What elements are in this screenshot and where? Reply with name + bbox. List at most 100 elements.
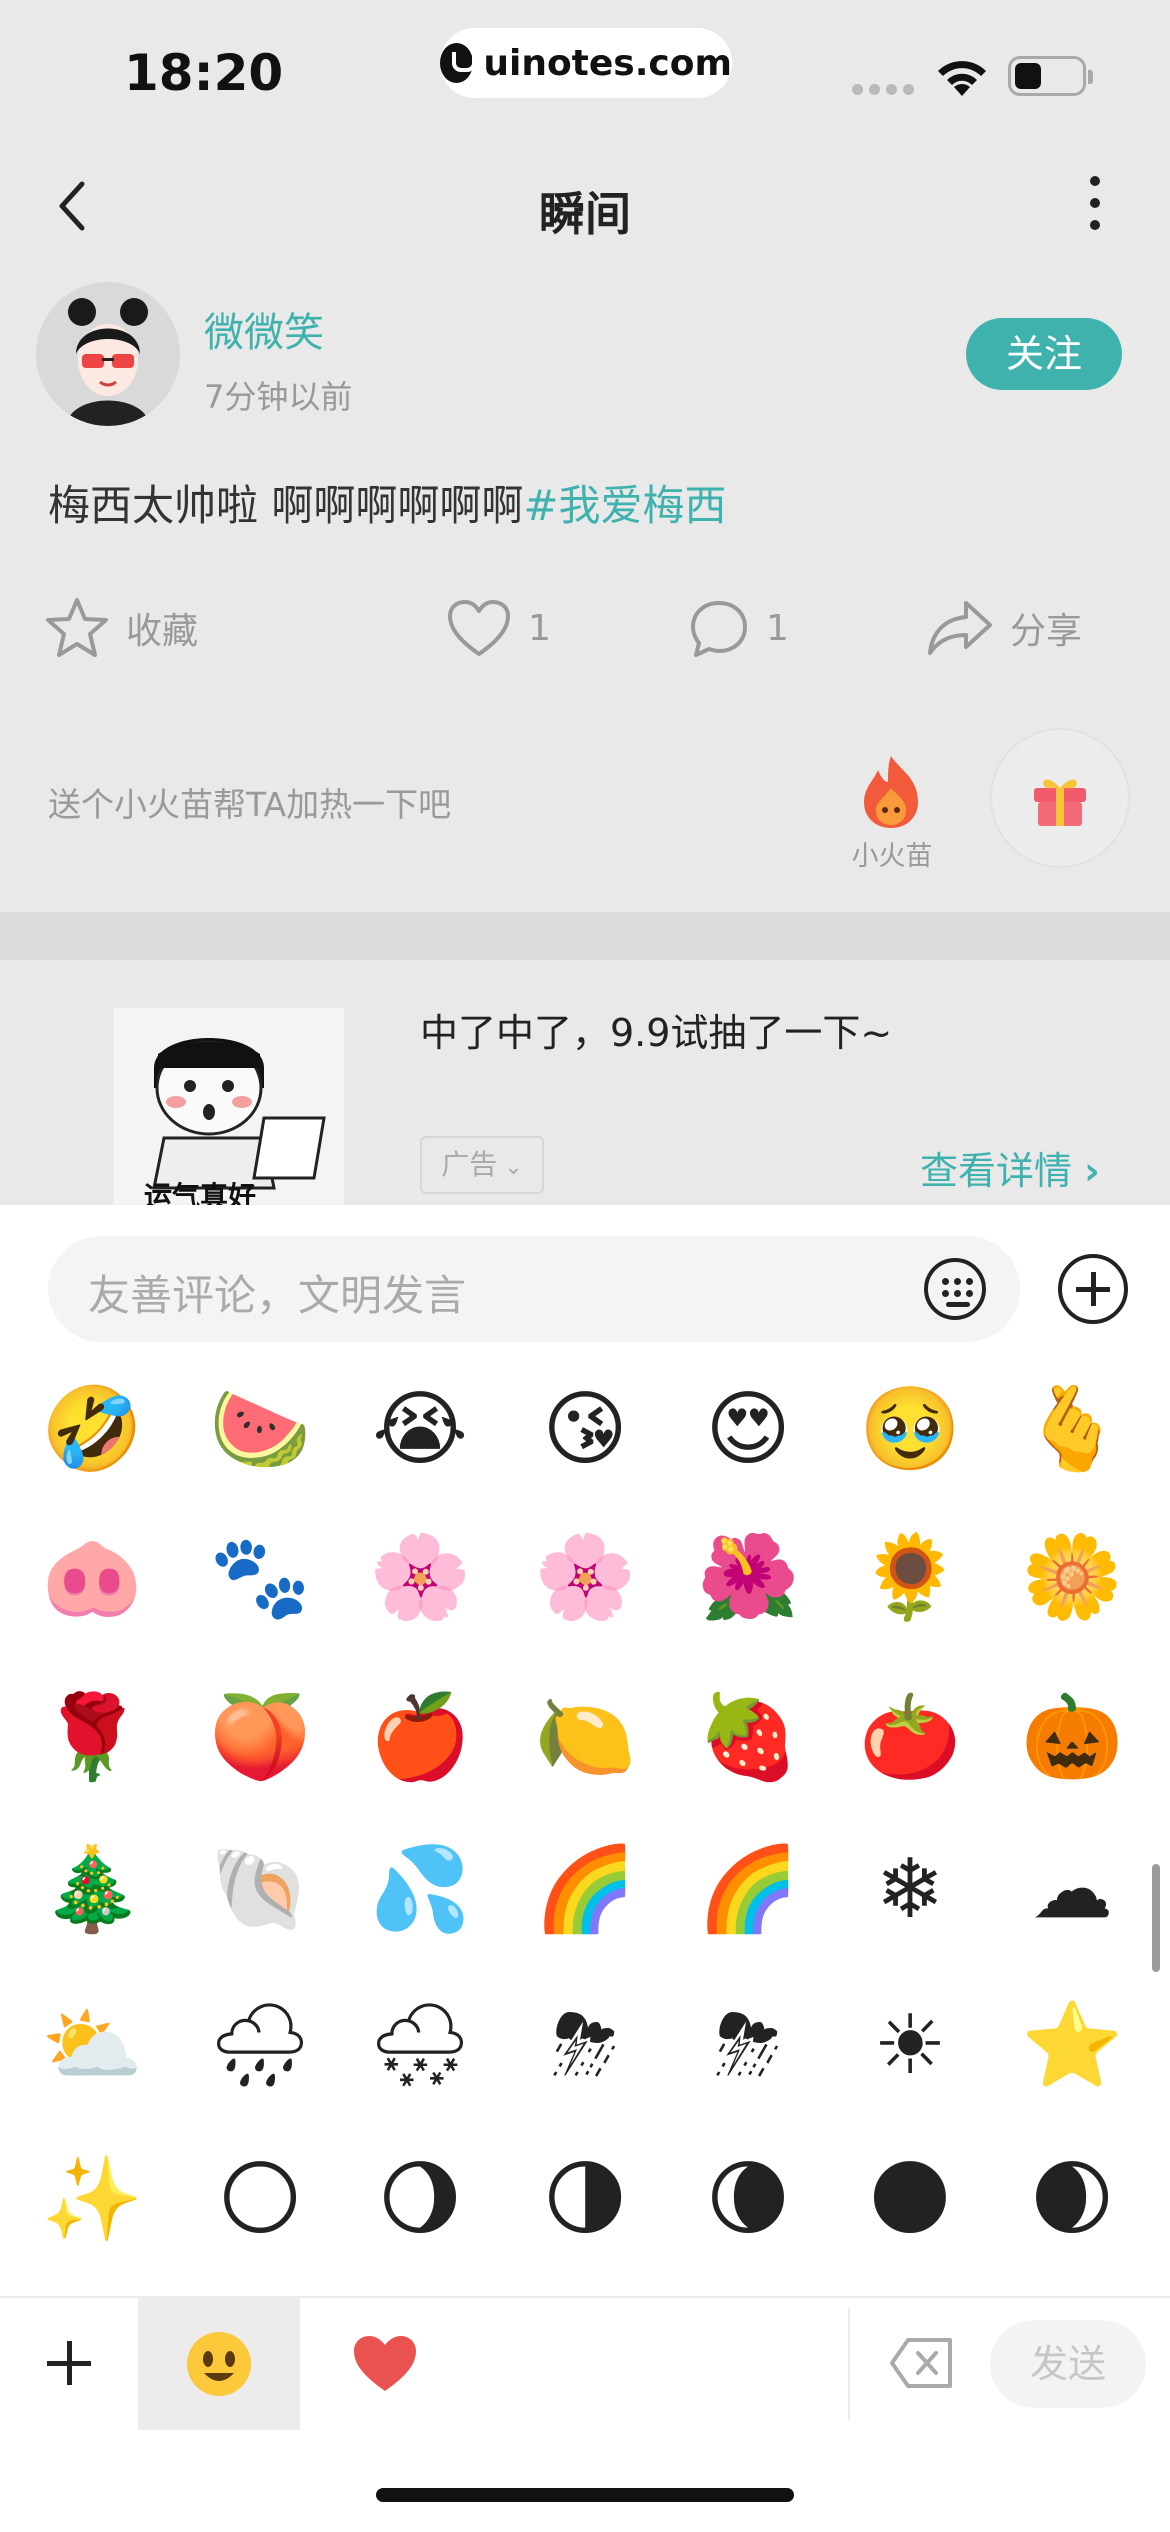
- nav-bar: 瞬间: [0, 150, 1170, 260]
- tab-emoji-heart[interactable]: [320, 2298, 450, 2430]
- emoji-item[interactable]: 🌨: [360, 1986, 480, 2106]
- like-button[interactable]: 1: [446, 588, 551, 668]
- heat-prompt: 送个小火苗帮TA加热一下吧: [48, 785, 452, 824]
- emoji-item[interactable]: 🥹: [850, 1370, 970, 1490]
- tab-emoji-smile[interactable]: [138, 2298, 300, 2430]
- emoji-item[interactable]: 🍎: [360, 1678, 480, 1798]
- post-time: 7分钟以前: [204, 378, 353, 416]
- url-pill: uinotes.com: [440, 28, 732, 98]
- send-button[interactable]: 发送: [990, 2320, 1146, 2408]
- url-text: uinotes.com: [483, 42, 732, 84]
- emoji-item[interactable]: 🌧: [200, 1986, 320, 2106]
- emoji-item[interactable]: 🌖: [360, 2140, 480, 2260]
- flame-label: 小火苗: [851, 841, 933, 872]
- emoji-item[interactable]: 🫰: [1012, 1370, 1132, 1490]
- emoji-item[interactable]: 🐚: [200, 1830, 320, 1950]
- chevron-right-icon: ›: [1084, 1149, 1100, 1193]
- star-icon: [46, 598, 108, 657]
- emoji-item[interactable]: 🐽: [32, 1518, 152, 1638]
- emoji-item[interactable]: 🌸: [360, 1518, 480, 1638]
- emoji-item[interactable]: ⛅: [32, 1986, 152, 2106]
- emoji-item[interactable]: 🌺: [688, 1518, 808, 1638]
- avatar[interactable]: [36, 282, 180, 426]
- battery-icon: [1008, 56, 1093, 96]
- emoji-item[interactable]: 🌘: [688, 2140, 808, 2260]
- emoji-item[interactable]: 🌒: [1012, 2140, 1132, 2260]
- emoji-item[interactable]: ⭐: [1012, 1986, 1132, 2106]
- emoji-item[interactable]: 🍓: [688, 1678, 808, 1798]
- wifi-icon: [938, 61, 986, 96]
- post-body: 梅西太帅啦 啊啊啊啊啊啊: [48, 481, 524, 530]
- page-title: 瞬间: [539, 187, 631, 241]
- username[interactable]: 微微笑: [204, 300, 324, 358]
- emoji-item[interactable]: 🍋: [525, 1678, 645, 1798]
- toolbar-divider: [848, 2308, 850, 2420]
- emoji-item[interactable]: 🌹: [32, 1678, 152, 1798]
- emoji-item[interactable]: 😘: [525, 1370, 645, 1490]
- favorite-label: 收藏: [126, 611, 199, 652]
- emoji-item[interactable]: 🎃: [1012, 1678, 1132, 1798]
- emoji-item[interactable]: ⛈: [688, 1986, 808, 2106]
- ad-badge[interactable]: 广告 ⌄: [420, 1136, 544, 1194]
- signal-icon: [852, 84, 914, 95]
- emoji-item[interactable]: 🌗: [525, 2140, 645, 2260]
- emoji-item[interactable]: 🌈: [688, 1830, 808, 1950]
- emoji-item[interactable]: ☁: [1012, 1830, 1132, 1950]
- comment-button[interactable]: 1: [688, 588, 789, 668]
- gift-icon: [1034, 779, 1086, 826]
- gift-button[interactable]: [992, 730, 1128, 866]
- favorite-button[interactable]: 收藏: [44, 588, 198, 668]
- emoji-item[interactable]: 🍉: [200, 1370, 320, 1490]
- emoji-item[interactable]: ☀: [850, 1986, 970, 2106]
- ad-details-link[interactable]: 查看详情 ›: [920, 1140, 1100, 1195]
- emoji-grid: 🤣 🍉 😭 😘 😍 🥹 🫰 🐽 🐾 🌸 🌸 🌺 🌻 🌼 🌹 🍑 🍎 🍋 🍓 🍅 🎃 🎄 🐚 💦 🌈 🌈 ❄ ☁ ⛅ 🌧 🌨 ⛈ ⛈ ☀ ⭐ ✨ 🌕 🌖 🌗 🌘…: [0, 1370, 1170, 2270]
- flame-icon[interactable]: [856, 752, 926, 832]
- site-logo-icon: [440, 43, 477, 83]
- share-arrow-icon: [928, 601, 992, 655]
- comment-input[interactable]: 友善评论，文明发言: [48, 1236, 1020, 1342]
- post-text: 梅西太帅啦 啊啊啊啊啊啊#我爱梅西: [48, 472, 727, 533]
- emoji-item[interactable]: 🍅: [850, 1678, 970, 1798]
- emoji-item[interactable]: 🤣: [32, 1370, 152, 1490]
- emoji-item[interactable]: 😭: [360, 1370, 480, 1490]
- emoji-item[interactable]: 🌼: [1012, 1518, 1132, 1638]
- chevron-down-icon: ⌄: [497, 1155, 523, 1180]
- heart-outline-icon: [448, 600, 510, 656]
- share-label: 分享: [1010, 611, 1083, 652]
- status-time: 18:20: [124, 44, 284, 102]
- emoji-item[interactable]: 🎄: [32, 1830, 152, 1950]
- status-bar: 18:20 uinotes.com: [0, 0, 1170, 140]
- ad-image-caption: 运气真好: [144, 1180, 256, 1205]
- keyboard-icon[interactable]: [924, 1258, 986, 1320]
- ad-image[interactable]: 运气真好: [114, 1008, 344, 1205]
- emoji-item[interactable]: 🍑: [200, 1678, 320, 1798]
- add-emoji-pack-button[interactable]: [46, 2340, 92, 2386]
- follow-button[interactable]: 关注: [966, 318, 1122, 390]
- hashtag-link[interactable]: #我爱梅西: [523, 481, 726, 530]
- post-actions: 收藏 1 1 分享: [0, 588, 1170, 668]
- emoji-item[interactable]: 🌻: [850, 1518, 970, 1638]
- emoji-item[interactable]: ⛈: [525, 1986, 645, 2106]
- ad-details-label: 查看详情: [920, 1149, 1073, 1193]
- comment-bubble-icon: [691, 601, 747, 657]
- ad-badge-label: 广告: [441, 1148, 498, 1181]
- emoji-item[interactable]: ✨: [32, 2140, 152, 2260]
- emoji-item[interactable]: 🌕: [200, 2140, 320, 2260]
- emoji-item[interactable]: 🌑: [850, 2140, 970, 2260]
- add-attachment-button[interactable]: [1058, 1254, 1128, 1324]
- emoji-item[interactable]: 💦: [360, 1830, 480, 1950]
- ad-title[interactable]: 中了中了，9.9试抽了一下~: [420, 1002, 892, 1057]
- backspace-icon[interactable]: [888, 2334, 956, 2392]
- dimmed-content-area: 18:20 uinotes.com 瞬间 微微笑 7分钟以前 关注 梅西太帅啦 …: [0, 0, 1170, 1205]
- comment-placeholder: 友善评论，文明发言: [88, 1271, 467, 1320]
- emoji-item[interactable]: 🌈: [525, 1830, 645, 1950]
- more-options-icon[interactable]: [1080, 176, 1110, 236]
- emoji-item[interactable]: 😍: [688, 1370, 808, 1490]
- emoji-scrollbar[interactable]: [1152, 1864, 1160, 1972]
- emoji-item[interactable]: 🐾: [200, 1518, 320, 1638]
- comment-count: 1: [766, 607, 789, 649]
- share-button[interactable]: 分享: [926, 588, 1082, 668]
- emoji-item[interactable]: 🌸: [525, 1518, 645, 1638]
- emoji-item[interactable]: ❄: [850, 1830, 970, 1950]
- smiley-icon: [187, 2332, 251, 2396]
